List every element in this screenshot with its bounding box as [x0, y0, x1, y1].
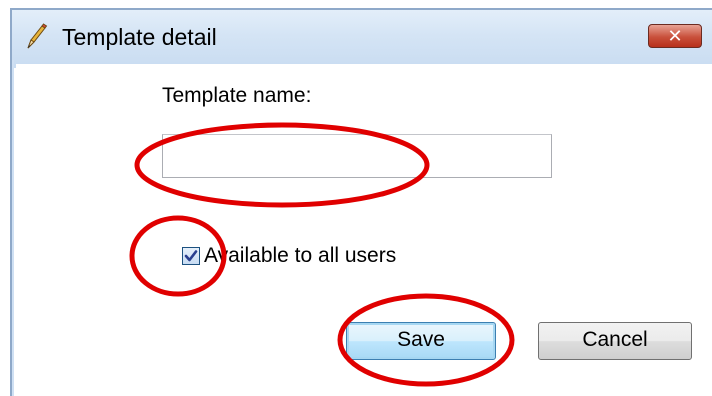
window-frame-left [10, 60, 14, 396]
template-name-label: Template name: [162, 84, 312, 107]
template-name-input[interactable] [162, 134, 552, 178]
close-icon: ✕ [667, 26, 683, 46]
available-to-all-row: Available to all users [182, 242, 396, 270]
pencil-icon [27, 23, 48, 49]
window-title: Template detail [62, 24, 217, 50]
close-button[interactable]: ✕ [648, 24, 702, 48]
cancel-button[interactable]: Cancel [538, 322, 692, 360]
checkmark-icon [184, 250, 198, 262]
save-button[interactable]: Save [346, 322, 496, 360]
available-to-all-checkbox[interactable] [182, 247, 200, 265]
available-to-all-label: Available to all users [204, 244, 397, 267]
template-detail-dialog: Template detail ✕ Template name: Availab… [0, 0, 712, 396]
